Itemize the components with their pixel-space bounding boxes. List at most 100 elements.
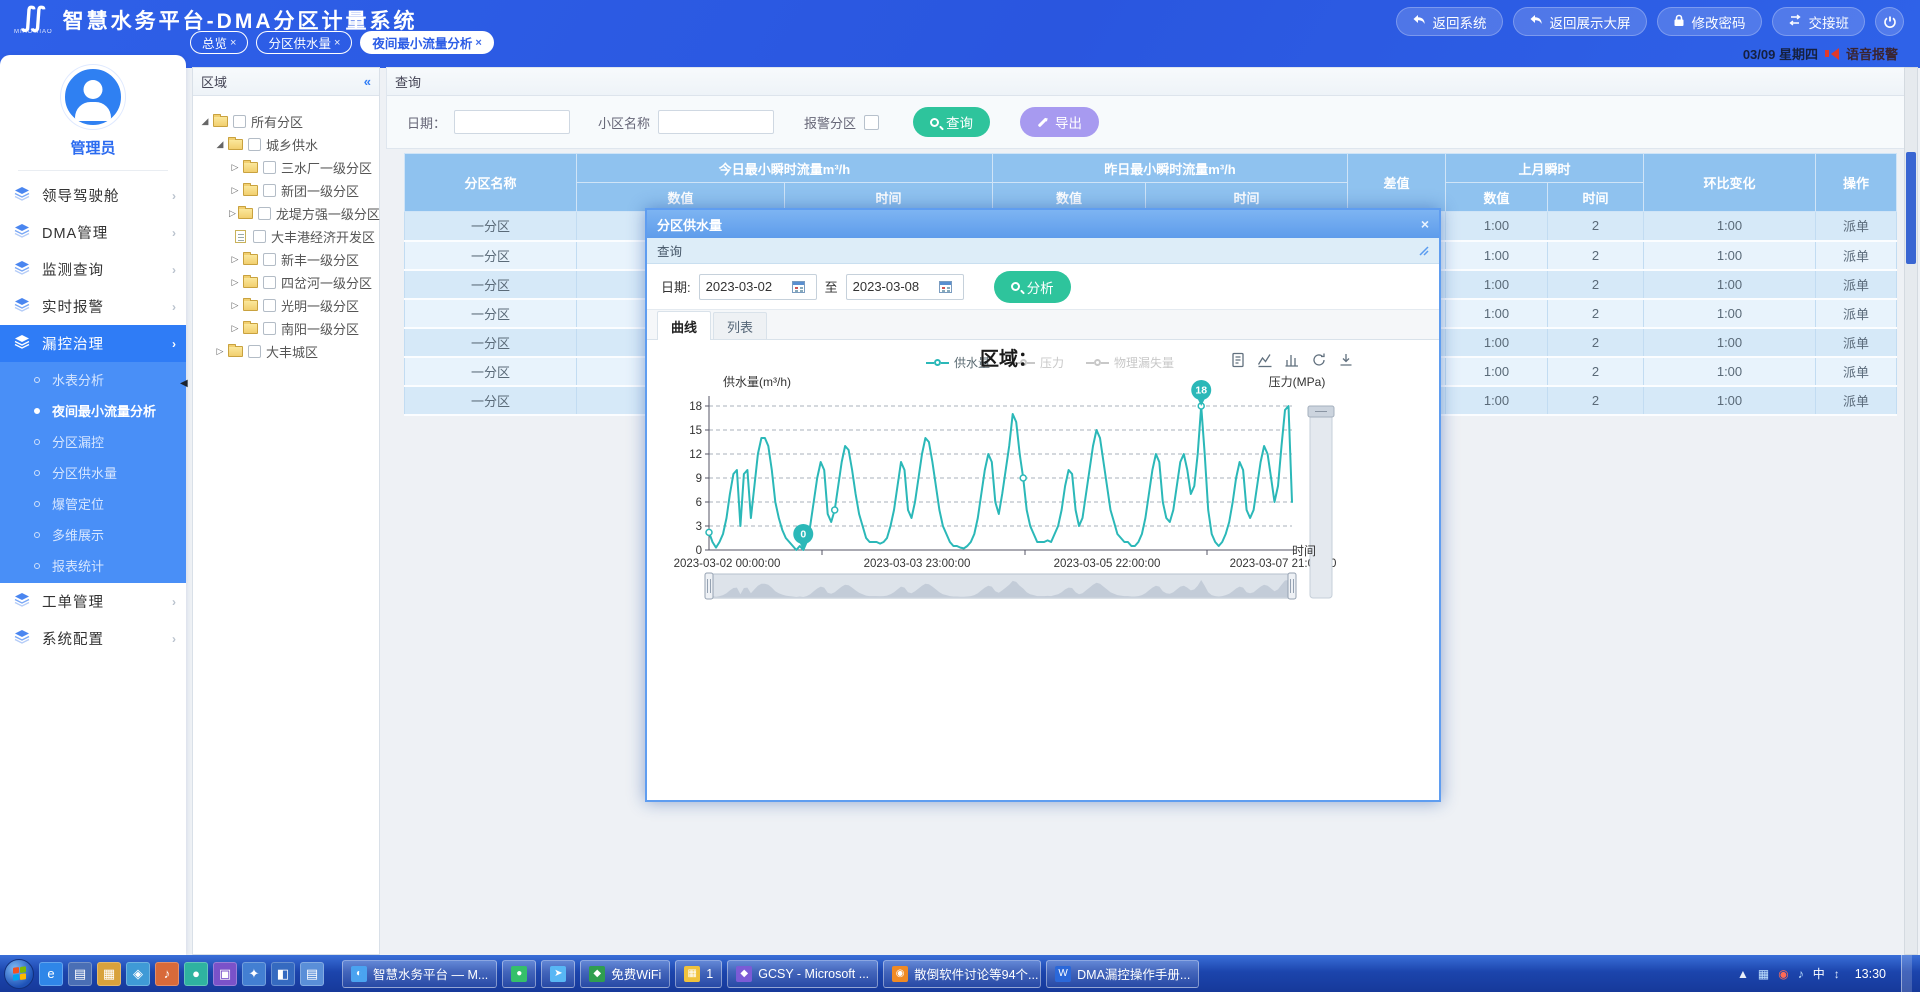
quick-launch-icon[interactable]: ♪ (155, 962, 179, 986)
collapsed-icon[interactable]: ▷ (229, 277, 241, 288)
tab-分区供水量[interactable]: 分区供水量× (256, 31, 352, 54)
task-button-app[interactable]: ● (502, 960, 536, 988)
alarm-zone-checkbox[interactable] (864, 115, 879, 130)
collapsed-icon[interactable]: ▷ (229, 162, 241, 173)
datazoom-horizontal-slider[interactable] (705, 573, 1296, 599)
quick-launch-icon[interactable]: ▣ (213, 962, 237, 986)
expanded-icon[interactable]: ◢ (214, 139, 226, 150)
vertical-scrollbar[interactable] (1904, 67, 1918, 955)
header-button-返回展示大屏[interactable]: 返回展示大屏 (1513, 7, 1647, 36)
panel-collapse-icon[interactable]: « (364, 74, 371, 89)
date-to-input[interactable] (847, 278, 939, 295)
export-button[interactable]: 导出 (1020, 107, 1099, 137)
tab-总览[interactable]: 总览× (190, 31, 248, 54)
tab-close-icon[interactable]: × (230, 37, 236, 49)
tree-node-城乡供水[interactable]: ◢城乡供水 (199, 133, 375, 156)
dispatch-link[interactable]: 派单 (1843, 365, 1869, 380)
submenu-item-水表分析[interactable]: 水表分析 (0, 364, 186, 395)
close-icon[interactable]: × (1421, 216, 1429, 232)
panel-resize-icon[interactable] (1418, 245, 1429, 256)
date-from-field[interactable] (699, 274, 817, 300)
task-button-app[interactable]: ➤ (541, 960, 575, 988)
collapsed-icon[interactable]: ▷ (229, 323, 241, 334)
calendar-icon[interactable] (939, 281, 952, 293)
sub-col-header[interactable]: 时间 (1548, 183, 1644, 212)
sidebar-item-领导驾驶舱[interactable]: 领导驾驶舱› (0, 177, 186, 214)
sidebar-item-系统配置[interactable]: 系统配置› (0, 620, 186, 657)
tray-icon[interactable]: ↕ (1834, 967, 1840, 981)
tree-node-大丰城区[interactable]: ▷大丰城区 (199, 340, 375, 363)
voice-alarm-label[interactable]: 语音报警 (1846, 44, 1898, 63)
quick-launch-icon[interactable]: ▤ (68, 962, 92, 986)
tree-checkbox[interactable] (263, 253, 276, 266)
tree-node-新丰一级分区[interactable]: ▷新丰一级分区 (199, 248, 375, 271)
dialog-titlebar[interactable]: 分区供水量 × (647, 210, 1439, 238)
quick-launch-icon[interactable]: ◧ (271, 962, 295, 986)
date-to-field[interactable] (846, 274, 964, 300)
sub-col-header[interactable]: 数值 (1446, 183, 1548, 212)
community-input[interactable] (658, 110, 774, 134)
collapsed-icon[interactable]: ▷ (229, 185, 241, 196)
collapsed-icon[interactable]: ▷ (229, 254, 241, 265)
col-header[interactable]: 分区名称 (405, 154, 577, 212)
submenu-item-夜间最小流量分析[interactable]: 夜间最小流量分析 (0, 395, 186, 426)
col-header[interactable]: 环比变化 (1644, 154, 1816, 212)
collapsed-icon[interactable]: ▷ (214, 346, 226, 357)
quick-launch-icon[interactable]: ✦ (242, 962, 266, 986)
datazoom-vertical-slider[interactable] (1308, 406, 1334, 598)
user-avatar[interactable] (61, 65, 125, 129)
submenu-item-报表统计[interactable]: 报表统计 (0, 550, 186, 581)
submenu-item-分区漏控[interactable]: 分区漏控 (0, 426, 186, 457)
col-group-header[interactable]: 上月瞬时 (1446, 154, 1644, 183)
power-button[interactable] (1875, 7, 1904, 36)
date-from-input[interactable] (700, 278, 792, 295)
tree-checkbox[interactable] (253, 230, 266, 243)
tab-close-icon[interactable]: × (334, 37, 340, 49)
task-button-散倒软件讨论等94个...[interactable]: ◉散倒软件讨论等94个... (883, 960, 1041, 988)
dispatch-link[interactable]: 派单 (1843, 278, 1869, 293)
task-button-免费WiFi[interactable]: ◆免费WiFi (580, 960, 670, 988)
tree-node-光明一级分区[interactable]: ▷光明一级分区 (199, 294, 375, 317)
taskbar-clock[interactable]: 13:30 (1849, 967, 1892, 981)
collapsed-icon[interactable]: ▷ (229, 300, 241, 311)
dispatch-link[interactable]: 派单 (1843, 249, 1869, 264)
tree-checkbox[interactable] (263, 299, 276, 312)
dispatch-link[interactable]: 派单 (1843, 394, 1869, 409)
sidebar-item-实时报警[interactable]: 实时报警› (0, 288, 186, 325)
submenu-item-爆管定位[interactable]: 爆管定位 (0, 488, 186, 519)
scrollbar-thumb[interactable] (1906, 152, 1916, 264)
tree-checkbox[interactable] (263, 276, 276, 289)
quick-launch-icon[interactable]: ● (184, 962, 208, 986)
tree-node-南阳一级分区[interactable]: ▷南阳一级分区 (199, 317, 375, 340)
tray-icon[interactable]: ▦ (1758, 967, 1769, 981)
header-button-交接班[interactable]: 交接班 (1772, 7, 1866, 36)
calendar-icon[interactable] (792, 281, 805, 293)
tree-checkbox[interactable] (258, 207, 271, 220)
submenu-item-多维展示[interactable]: 多维展示 (0, 519, 186, 550)
tree-node-大丰港经济开发区[interactable]: 大丰港经济开发区 (199, 225, 375, 248)
tab-close-icon[interactable]: × (475, 37, 481, 49)
tray-icon[interactable]: 中 (1813, 965, 1825, 982)
tray-icon[interactable]: ♪ (1798, 967, 1804, 981)
start-button[interactable] (4, 959, 34, 989)
task-button-智慧水务平台 — M...[interactable]: ◐智慧水务平台 — M... (342, 960, 497, 988)
tree-checkbox[interactable] (263, 161, 276, 174)
tab-list[interactable]: 列表 (713, 312, 767, 339)
tab-curve[interactable]: 曲线 (657, 311, 711, 340)
header-button-返回系统[interactable]: 返回系统 (1396, 7, 1503, 36)
expanded-icon[interactable]: ◢ (199, 116, 211, 127)
tree-node-龙堤方强一级分区[interactable]: ▷龙堤方强一级分区 (199, 202, 375, 225)
col-header[interactable]: 差值 (1348, 154, 1446, 212)
col-group-header[interactable]: 昨日最小瞬时流量m³/h (993, 154, 1348, 183)
dispatch-link[interactable]: 派单 (1843, 336, 1869, 351)
tree-checkbox[interactable] (233, 115, 246, 128)
quick-launch-icon[interactable]: ▤ (300, 962, 324, 986)
tree-node-三水厂一级分区[interactable]: ▷三水厂一级分区 (199, 156, 375, 179)
task-button-GCSY - Microsoft ...[interactable]: ◆GCSY - Microsoft ... (727, 960, 878, 988)
collapsed-icon[interactable]: ▷ (229, 208, 236, 219)
dispatch-link[interactable]: 派单 (1843, 307, 1869, 322)
quick-launch-icon[interactable]: ◈ (126, 962, 150, 986)
tree-checkbox[interactable] (248, 345, 261, 358)
col-group-header[interactable]: 今日最小瞬时流量m³/h (577, 154, 993, 183)
task-button-1[interactable]: ▦1 (675, 960, 722, 988)
